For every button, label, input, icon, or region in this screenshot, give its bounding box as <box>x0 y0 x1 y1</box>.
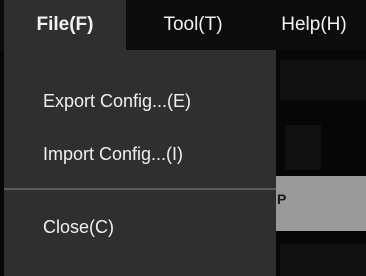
menu-item-close[interactable]: Close(C) <box>4 207 276 247</box>
background-panel <box>280 244 366 276</box>
menu-item-import-config[interactable]: Import Config...(I) <box>4 134 276 174</box>
menu-help[interactable]: Help(H) <box>262 0 366 50</box>
menu-item-export-config[interactable]: Export Config...(E) <box>4 81 276 121</box>
menu-tool[interactable]: Tool(T) <box>128 0 258 50</box>
background-row-label: P <box>277 191 287 207</box>
application-window: P File(F) Tool(T) Help(H) Export Config.… <box>0 0 366 276</box>
menu-separator <box>4 188 276 190</box>
background-panel <box>280 60 366 100</box>
menu-bar: File(F) Tool(T) Help(H) <box>0 0 366 50</box>
file-menu-dropdown: Export Config...(E) Import Config...(I) … <box>4 50 276 276</box>
background-panel <box>285 125 321 170</box>
menu-file[interactable]: File(F) <box>4 0 126 50</box>
background-selected-row[interactable]: P <box>275 176 366 231</box>
